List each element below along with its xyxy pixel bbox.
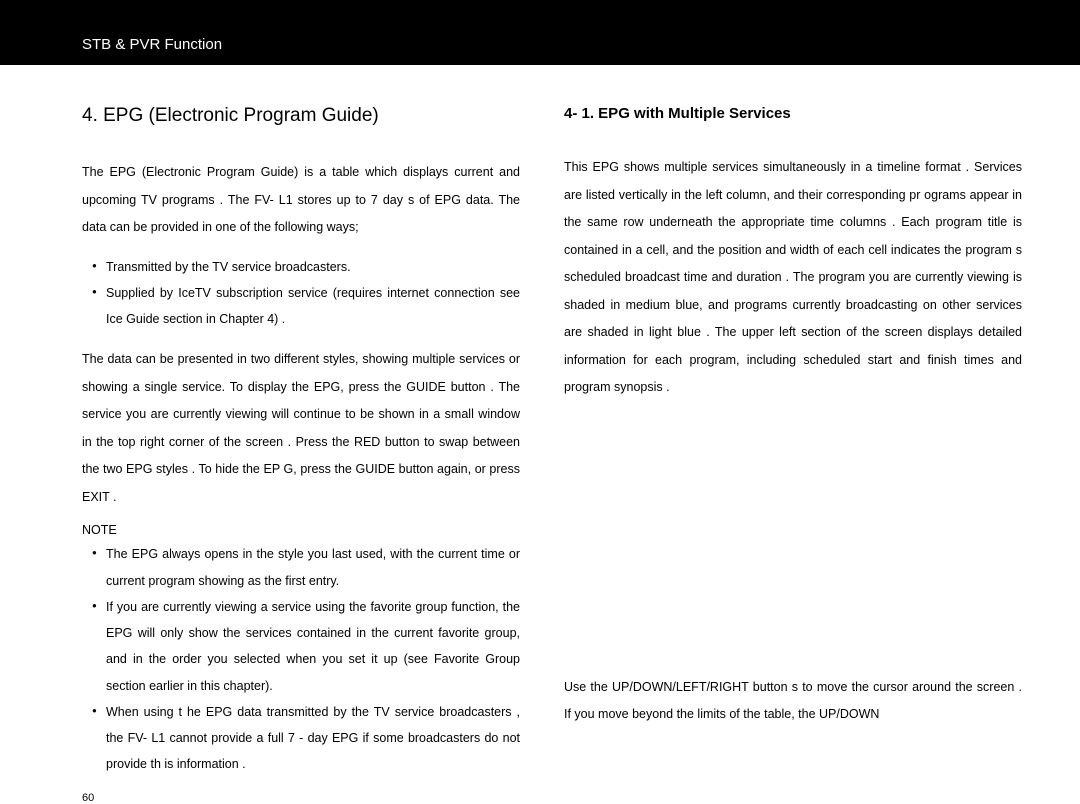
page-number: 60: [82, 792, 520, 804]
right-column: 4- 1. EPG with Multiple Services This EP…: [540, 105, 1080, 804]
note-list: The EPG always opens in the style you la…: [82, 541, 520, 777]
body-paragraph: The data can be presented in two differe…: [82, 346, 520, 511]
section-title: 4. EPG (Electronic Program Guide): [82, 105, 520, 127]
list-item: The EPG always opens in the style you la…: [92, 541, 520, 594]
page-content: 4. EPG (Electronic Program Guide) The EP…: [0, 65, 1080, 804]
header-bar: STB & PVR Function: [0, 0, 1080, 65]
provision-list: Transmitted by the TV service broadcaste…: [82, 254, 520, 333]
list-item: When using t he EPG data transmitted by …: [92, 699, 520, 778]
subsection-title: 4- 1. EPG with Multiple Services: [564, 105, 1022, 122]
list-item: Transmitted by the TV service broadcaste…: [92, 254, 520, 280]
list-item: Supplied by IceTV subscription service (…: [92, 280, 520, 333]
intro-paragraph: The EPG (Electronic Program Guide) is a …: [82, 159, 520, 242]
body-paragraph: This EPG shows multiple services simulta…: [564, 154, 1022, 402]
image-placeholder: [564, 414, 1022, 674]
body-paragraph: Use the UP/DOWN/LEFT/RIGHT button s to m…: [564, 674, 1022, 729]
header-title: STB & PVR Function: [82, 36, 222, 53]
list-item: If you are currently viewing a service u…: [92, 594, 520, 699]
note-label: NOTE: [82, 523, 520, 537]
left-column: 4. EPG (Electronic Program Guide) The EP…: [0, 105, 540, 804]
